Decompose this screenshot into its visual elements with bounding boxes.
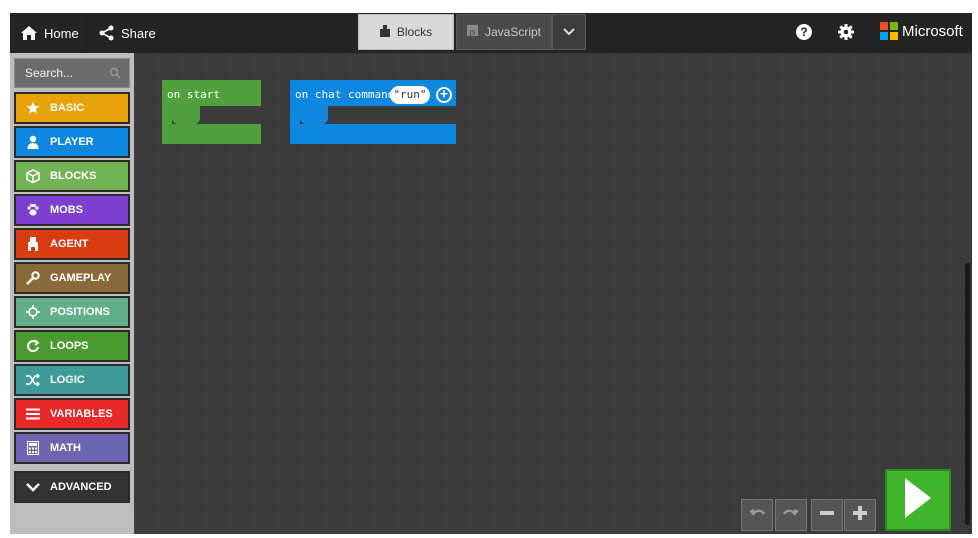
block-slot-tab	[172, 106, 200, 124]
brand-label: Microsoft	[902, 22, 963, 40]
star-icon	[26, 101, 40, 115]
category-label: AGENT	[50, 238, 89, 250]
editor-dropdown-button[interactable]	[552, 14, 586, 50]
tab-javascript-label: JavaScript	[484, 25, 542, 39]
toolbox: Search... BASIC PLAYER BLOCKS MOBS AGENT	[10, 53, 134, 534]
plus-icon: +	[440, 87, 448, 102]
share-button[interactable]: Share	[86, 13, 156, 53]
block-label: on start	[167, 88, 220, 101]
plus-icon	[852, 505, 868, 526]
tab-javascript[interactable]: JS JavaScript	[456, 14, 552, 50]
category-positions[interactable]: POSITIONS	[14, 296, 130, 328]
list-icon	[26, 407, 40, 421]
home-icon	[20, 25, 38, 41]
paw-icon	[26, 203, 40, 217]
home-button[interactable]: Home	[20, 13, 79, 53]
category-label: VARIABLES	[50, 408, 113, 420]
settings-button[interactable]	[837, 23, 855, 46]
search-icon	[109, 67, 121, 82]
chevron-down-icon	[563, 25, 575, 39]
search-placeholder: Search...	[25, 66, 74, 80]
category-label: ADVANCED	[50, 481, 112, 493]
category-label: GAMEPLAY	[50, 272, 112, 284]
tab-blocks-label: Blocks	[396, 25, 433, 39]
share-label: Share	[121, 25, 156, 41]
block-slot-tab	[300, 106, 328, 124]
redo-icon	[782, 505, 800, 526]
category-mobs[interactable]: MOBS	[14, 194, 130, 226]
wrench-icon	[26, 271, 40, 285]
category-agent[interactable]: AGENT	[14, 228, 130, 260]
redo-button[interactable]	[775, 499, 807, 531]
add-parameter-button[interactable]: +	[436, 87, 452, 103]
category-basic[interactable]: BASIC	[14, 92, 130, 124]
on-start-block[interactable]: on start	[162, 80, 261, 144]
category-label: BASIC	[50, 102, 85, 114]
shuffle-icon	[26, 373, 40, 387]
category-label: BLOCKS	[50, 170, 97, 182]
minus-icon	[819, 505, 835, 526]
category-label: LOOPS	[50, 340, 89, 352]
block-label: on chat command	[295, 88, 395, 101]
menu-bar: Home Share Blocks JS JavaScript ? Micros…	[10, 13, 972, 53]
puzzle-icon	[379, 24, 390, 40]
loop-icon	[26, 339, 40, 353]
share-icon	[99, 25, 115, 41]
javascript-icon: JS	[466, 25, 478, 39]
category-gameplay[interactable]: GAMEPLAY	[14, 262, 130, 294]
chevron-down-icon	[26, 480, 40, 494]
agent-icon	[26, 237, 40, 251]
svg-text:JS: JS	[469, 30, 476, 37]
run-button[interactable]	[885, 469, 951, 531]
home-label: Home	[44, 25, 79, 41]
cube-icon	[26, 169, 40, 183]
help-button[interactable]: ?	[796, 24, 812, 40]
workspace-scrollbar[interactable]	[965, 263, 970, 525]
category-advanced[interactable]: ADVANCED	[14, 471, 130, 503]
category-loops[interactable]: LOOPS	[14, 330, 130, 362]
command-argument[interactable]: "run"	[390, 86, 430, 104]
microsoft-logo-icon	[880, 22, 898, 40]
undo-button[interactable]	[741, 499, 773, 531]
category-label: POSITIONS	[50, 306, 110, 318]
makecode-editor: Home Share Blocks JS JavaScript ? Micros…	[10, 13, 972, 534]
gear-icon	[837, 24, 855, 45]
category-label: LOGIC	[50, 374, 85, 386]
category-player[interactable]: PLAYER	[14, 126, 130, 158]
calculator-icon	[26, 441, 40, 455]
search-input[interactable]: Search...	[14, 58, 130, 88]
play-icon	[903, 476, 933, 525]
undo-icon	[748, 505, 766, 526]
crosshair-icon	[26, 305, 40, 319]
zoom-out-button[interactable]	[811, 499, 843, 531]
category-variables[interactable]: VARIABLES	[14, 398, 130, 430]
person-icon	[26, 135, 40, 149]
category-label: MOBS	[50, 204, 83, 216]
category-logic[interactable]: LOGIC	[14, 364, 130, 396]
category-math[interactable]: MATH	[14, 432, 130, 464]
tab-blocks[interactable]: Blocks	[358, 14, 454, 50]
on-chat-command-block[interactable]: on chat command "run" +	[290, 80, 456, 144]
category-label: MATH	[50, 442, 81, 454]
category-label: PLAYER	[50, 136, 94, 148]
category-blocks[interactable]: BLOCKS	[14, 160, 130, 192]
zoom-in-button[interactable]	[844, 499, 876, 531]
microsoft-brand: Microsoft	[880, 22, 963, 40]
